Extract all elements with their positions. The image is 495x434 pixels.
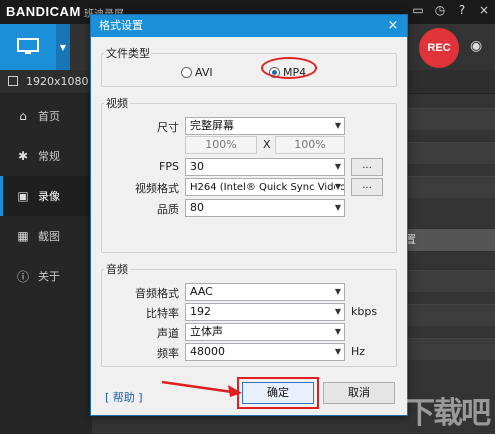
gear-icon: ✱ bbox=[17, 149, 29, 163]
video-format-label: 视频格式 bbox=[135, 182, 179, 195]
image-icon: ▦ bbox=[17, 229, 29, 243]
content-row bbox=[405, 176, 495, 198]
sidebar-item-label: 关于 bbox=[38, 270, 60, 283]
avi-radio[interactable]: AVI bbox=[181, 66, 213, 79]
bitrate-select[interactable]: 192 ▼ bbox=[185, 303, 345, 321]
content-row bbox=[405, 142, 495, 164]
content-row bbox=[405, 338, 495, 360]
fps-more-button[interactable]: ... bbox=[351, 158, 383, 176]
video-format-select[interactable]: H264 (Intel® Quick Sync Video) ▼ bbox=[185, 178, 345, 196]
help-link[interactable]: [ 帮助 ] bbox=[105, 389, 143, 405]
monitor-icon bbox=[17, 38, 39, 54]
chevron-down-icon: ▼ bbox=[334, 287, 341, 296]
content-row bbox=[405, 108, 495, 130]
bitrate-label: 比特率 bbox=[146, 307, 179, 320]
help-icon[interactable]: ? bbox=[455, 3, 469, 17]
channel-value: 立体声 bbox=[190, 325, 223, 338]
fps-select[interactable]: 30 ▼ bbox=[185, 158, 345, 176]
bitrate-value: 192 bbox=[190, 305, 211, 318]
annotation-arrow-icon bbox=[161, 380, 242, 397]
info-icon: ⓘ bbox=[16, 269, 29, 284]
video-icon: ▣ bbox=[17, 189, 29, 203]
chevron-down-icon: ▼ bbox=[334, 327, 341, 336]
sidebar: ⌂ 首页 ✱ 常规 ▣ 录像 ▦ 截图 ⓘ 关于 bbox=[0, 94, 92, 434]
channel-label: 声道 bbox=[157, 327, 179, 340]
bitrate-unit: kbps bbox=[351, 305, 378, 318]
audio-format-label: 音频格式 bbox=[135, 287, 179, 300]
content-row bbox=[405, 270, 495, 292]
sidebar-item-screenshot[interactable]: ▦ 截图 bbox=[0, 216, 92, 256]
video-legend: 视频 bbox=[106, 97, 128, 110]
chevron-down-icon: ▼ bbox=[334, 121, 341, 130]
watermark: 下载吧 bbox=[405, 396, 491, 431]
sidebar-item-home[interactable]: ⌂ 首页 bbox=[0, 96, 92, 136]
sidebar-item-about[interactable]: ⓘ 关于 bbox=[0, 256, 92, 296]
format-more-button[interactable]: ... bbox=[351, 178, 383, 196]
home-icon: ⌂ bbox=[19, 109, 27, 123]
size-label: 尺寸 bbox=[157, 121, 179, 134]
chevron-down-icon: ▼ bbox=[334, 162, 341, 171]
camera-icon[interactable]: ◉ bbox=[470, 38, 482, 54]
screen-mode-button[interactable] bbox=[0, 24, 56, 70]
dialog-title: 格式设置 bbox=[99, 19, 143, 32]
quality-select[interactable]: 80 ▼ bbox=[185, 199, 345, 217]
frequency-select[interactable]: 48000 ▼ bbox=[185, 343, 345, 361]
content-row bbox=[405, 304, 495, 326]
sidebar-item-general[interactable]: ✱ 常规 bbox=[0, 136, 92, 176]
sidebar-item-label: 常规 bbox=[38, 150, 60, 163]
app-window-controls: ▭ ◷ ? × bbox=[411, 3, 491, 17]
app-brand: BANDICAM bbox=[6, 4, 81, 19]
height-percent-field[interactable]: 100% bbox=[275, 136, 345, 154]
chevron-down-icon[interactable]: ▼ bbox=[56, 24, 70, 70]
region-icon bbox=[8, 76, 18, 86]
sidebar-item-label: 首页 bbox=[38, 110, 60, 123]
audio-format-select[interactable]: AAC ▼ bbox=[185, 283, 345, 301]
resolution-text: 1920x1080 - bbox=[26, 75, 96, 88]
frequency-unit: Hz bbox=[351, 345, 366, 358]
clock-icon[interactable]: ◷ bbox=[433, 3, 447, 17]
file-type-legend: 文件类型 bbox=[106, 47, 150, 60]
frequency-value: 48000 bbox=[190, 345, 225, 358]
quality-label: 品质 bbox=[157, 203, 179, 216]
chevron-down-icon: ▼ bbox=[334, 203, 341, 212]
format-settings-dialog: 格式设置 × 文件类型 AVI MP4 视频 尺寸 完整屏幕 ▼ 100% X … bbox=[90, 14, 408, 416]
video-format-value: H264 (Intel® Quick Sync Video) bbox=[190, 182, 345, 193]
fps-value: 30 bbox=[190, 160, 204, 173]
sidebar-item-video[interactable]: ▣ 录像 bbox=[0, 176, 92, 216]
avi-label: AVI bbox=[195, 66, 213, 79]
rec-button[interactable]: REC bbox=[419, 28, 459, 68]
mp4-highlight-ring bbox=[261, 57, 317, 79]
content-button[interactable]: 置 bbox=[405, 229, 495, 251]
radio-indicator bbox=[181, 67, 192, 78]
width-percent-field[interactable]: 100% bbox=[185, 136, 257, 154]
folder-icon[interactable]: ▭ bbox=[411, 3, 425, 17]
x-separator: X bbox=[263, 138, 271, 151]
sidebar-item-label: 截图 bbox=[38, 230, 60, 243]
size-value: 完整屏幕 bbox=[190, 119, 234, 132]
quality-value: 80 bbox=[190, 201, 204, 214]
close-icon[interactable]: × bbox=[477, 3, 491, 17]
audio-legend: 音频 bbox=[106, 263, 128, 276]
size-select[interactable]: 完整屏幕 ▼ bbox=[185, 117, 345, 135]
sidebar-item-label: 录像 bbox=[38, 190, 60, 203]
file-type-group: 文件类型 bbox=[101, 45, 397, 87]
chevron-down-icon: ▼ bbox=[334, 347, 341, 356]
fps-label: FPS bbox=[159, 160, 179, 173]
dialog-titlebar: 格式设置 × bbox=[91, 15, 407, 37]
chevron-down-icon: ▼ bbox=[334, 179, 341, 195]
cancel-button[interactable]: 取消 bbox=[323, 382, 395, 404]
ok-highlight-ring bbox=[237, 377, 319, 409]
audio-format-value: AAC bbox=[190, 285, 213, 298]
channel-select[interactable]: 立体声 ▼ bbox=[185, 323, 345, 341]
close-icon[interactable]: × bbox=[385, 15, 401, 37]
chevron-down-icon: ▼ bbox=[334, 307, 341, 316]
frequency-label: 频率 bbox=[157, 347, 179, 360]
